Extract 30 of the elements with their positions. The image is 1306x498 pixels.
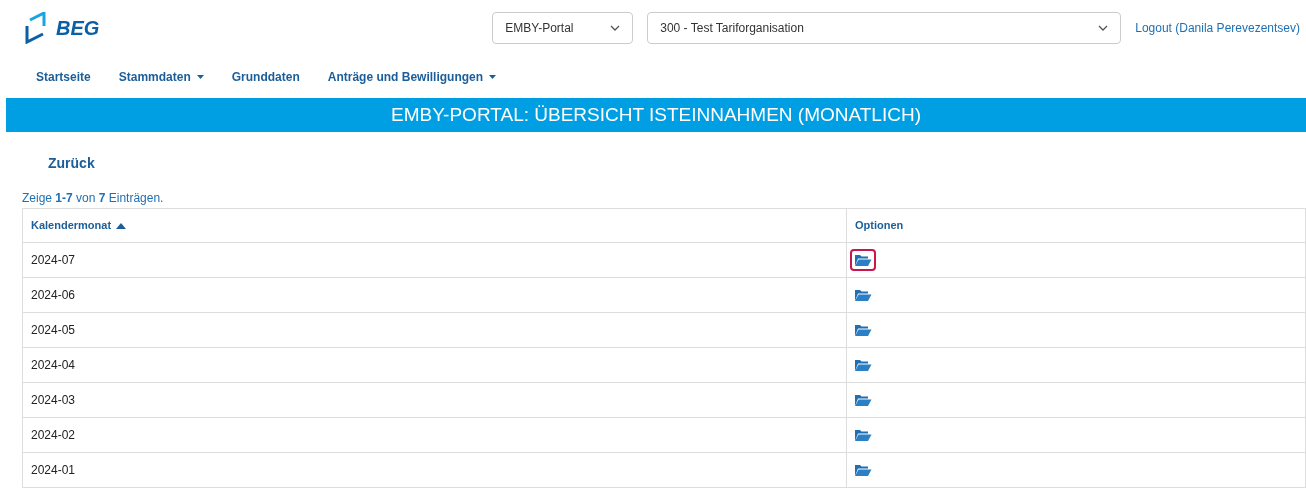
page-banner: EMBY-PORTAL: ÜBERSICHT ISTEINNAHMEN (MONATLICH): [6, 98, 1306, 132]
nav-item[interactable]: Grunddaten: [231, 68, 300, 86]
folder-icon: [854, 358, 872, 372]
folder-icon: [854, 288, 872, 302]
nav-item[interactable]: Anträge und Bewilligungen: [327, 68, 497, 86]
folder-icon: [854, 253, 872, 267]
results-summary: Zeige 1-7 von 7 Einträgen.: [22, 190, 164, 207]
chevron-down-icon: [610, 25, 621, 31]
table-cell: 2024-05: [22, 312, 847, 348]
table-cell: 2024-07: [22, 242, 847, 278]
table-cell: 2024-06: [22, 277, 847, 313]
logout-link[interactable]: Logout (Danila Perevezentsev): [1135, 19, 1300, 37]
folder-icon: [854, 323, 872, 337]
column-header[interactable]: Optionen: [846, 208, 1306, 243]
folder-icon: [854, 463, 872, 477]
table-cell: 2024-02: [22, 417, 847, 453]
table-cell: 2024-03: [22, 382, 847, 418]
nav-item[interactable]: Stammdaten: [118, 68, 204, 86]
nav-item[interactable]: Startseite: [36, 68, 91, 86]
table-cell: 2024-01: [22, 452, 847, 488]
folder-icon: [854, 393, 872, 407]
folder-icon: [854, 428, 872, 442]
column-header[interactable]: Kalendermonat: [22, 208, 847, 243]
chevron-down-icon: [1098, 25, 1109, 31]
back-link[interactable]: Zurück: [48, 153, 95, 174]
logo-text: BEG: [56, 16, 100, 41]
open-button[interactable]: [850, 249, 876, 271]
portal-select[interactable]: EMBY-Portal: [492, 12, 634, 44]
organisation-select[interactable]: 300 - Test Tariforganisation: [647, 12, 1122, 44]
table-cell: 2024-04: [22, 347, 847, 383]
